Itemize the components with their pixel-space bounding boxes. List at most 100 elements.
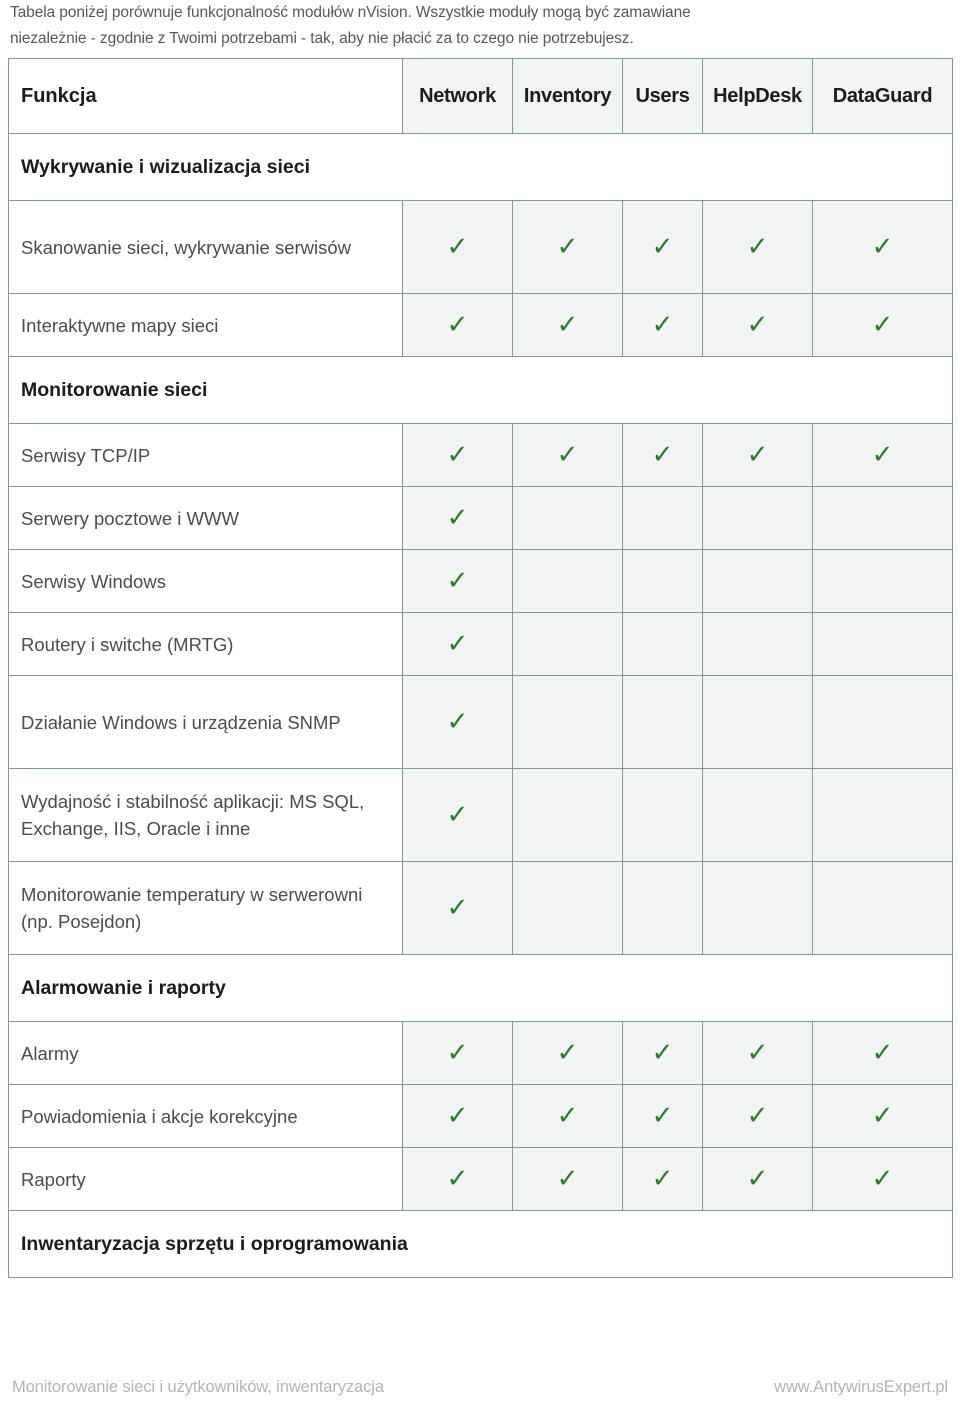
check-icon: ✓ (446, 1101, 469, 1131)
cell-network: ✓ (402, 768, 513, 862)
table-row: Monitorowanie temperatury w serwerowni (… (8, 861, 953, 955)
column-header-network: Network (402, 58, 513, 134)
check-icon: ✓ (746, 1101, 769, 1131)
cell-network: ✓ (402, 675, 513, 769)
cell-users (622, 675, 703, 769)
empty-cell-icon (555, 629, 581, 655)
cell-inventory: ✓ (512, 423, 623, 487)
feature-label: Serwery pocztowe i WWW (8, 486, 403, 550)
feature-label: Routery i switche (MRTG) (8, 612, 403, 676)
table-header: Funkcja Network Inventory Users HelpDesk… (8, 58, 953, 134)
feature-label: Raporty (8, 1147, 403, 1211)
cell-inventory: ✓ (512, 1084, 623, 1148)
cell-inventory: ✓ (512, 293, 623, 357)
empty-cell-icon (650, 629, 676, 655)
table-row: Serwisy Windows ✓ (8, 549, 953, 613)
footer-tagline: Monitorowanie sieci i użytkowników, inwe… (12, 1378, 384, 1396)
check-icon: ✓ (651, 1164, 674, 1194)
check-icon: ✓ (446, 503, 469, 533)
cell-dataguard: ✓ (812, 1021, 953, 1085)
table-row: Serwery pocztowe i WWW ✓ (8, 486, 953, 550)
check-icon: ✓ (556, 1101, 579, 1131)
cell-users: ✓ (622, 200, 703, 294)
cell-network: ✓ (402, 1021, 513, 1085)
check-icon: ✓ (446, 310, 469, 340)
intro-paragraph: Tabela poniżej porównuje funkcjonalność … (10, 0, 950, 52)
empty-cell-icon (745, 893, 771, 919)
cell-dataguard: ✓ (812, 293, 953, 357)
column-header-inventory: Inventory (512, 58, 623, 134)
check-icon: ✓ (446, 1164, 469, 1194)
check-icon: ✓ (446, 893, 469, 923)
check-icon: ✓ (651, 440, 674, 470)
empty-cell-icon (745, 707, 771, 733)
cell-dataguard (812, 861, 953, 955)
feature-label: Alarmy (8, 1021, 403, 1085)
cell-helpdesk: ✓ (702, 423, 813, 487)
page-footer: Monitorowanie sieci i użytkowników, inwe… (0, 1378, 960, 1408)
cell-users: ✓ (622, 1021, 703, 1085)
cell-network: ✓ (402, 486, 513, 550)
check-icon: ✓ (871, 1101, 894, 1131)
empty-cell-icon (555, 800, 581, 826)
column-header-users: Users (622, 58, 703, 134)
feature-label: Wydajność i stabilność aplikacji: MS SQL… (8, 768, 403, 862)
table-section-row: Monitorowanie sieci (8, 356, 953, 424)
table-body: Wykrywanie i wizualizacja sieci Skanowani… (8, 133, 953, 1278)
cell-helpdesk (702, 675, 813, 769)
table-row: Działanie Windows i urządzenia SNMP ✓ (8, 675, 953, 769)
cell-dataguard: ✓ (812, 1147, 953, 1211)
column-header-dataguard: DataGuard (812, 58, 953, 134)
empty-cell-icon (555, 893, 581, 919)
table-row: Alarmy ✓ ✓ ✓ ✓ ✓ (8, 1021, 953, 1085)
feature-label: Skanowanie sieci, wykrywanie serwisów (8, 200, 403, 294)
table-row: Raporty ✓ ✓ ✓ ✓ ✓ (8, 1147, 953, 1211)
empty-cell-icon (745, 629, 771, 655)
table-section-row: Wykrywanie i wizualizacja sieci (8, 133, 953, 201)
cell-users (622, 549, 703, 613)
cell-dataguard (812, 675, 953, 769)
cell-inventory (512, 861, 623, 955)
cell-helpdesk (702, 486, 813, 550)
cell-helpdesk: ✓ (702, 1021, 813, 1085)
cell-users (622, 768, 703, 862)
check-icon: ✓ (746, 310, 769, 340)
cell-inventory: ✓ (512, 1021, 623, 1085)
cell-inventory (512, 612, 623, 676)
empty-cell-icon (870, 629, 896, 655)
feature-label: Interaktywne mapy sieci (8, 293, 403, 357)
check-icon: ✓ (556, 440, 579, 470)
check-icon: ✓ (446, 1038, 469, 1068)
cell-helpdesk: ✓ (702, 1084, 813, 1148)
table-section-row: Alarmowanie i raporty (8, 954, 953, 1022)
empty-cell-icon (870, 566, 896, 592)
feature-label: Powiadomienia i akcje korekcyjne (8, 1084, 403, 1148)
check-icon: ✓ (651, 1038, 674, 1068)
check-icon: ✓ (871, 310, 894, 340)
check-icon: ✓ (556, 1164, 579, 1194)
check-icon: ✓ (446, 800, 469, 830)
intro-line-1: Tabela poniżej porównuje funkcjonalność … (10, 4, 691, 21)
cell-helpdesk (702, 612, 813, 676)
cell-users: ✓ (622, 293, 703, 357)
cell-users: ✓ (622, 1084, 703, 1148)
cell-users (622, 612, 703, 676)
empty-cell-icon (870, 893, 896, 919)
footer-website[interactable]: www.AntywirusExpert.pl (774, 1378, 948, 1397)
table-row: Serwisy TCP/IP ✓ ✓ ✓ ✓ ✓ (8, 423, 953, 487)
empty-cell-icon (650, 893, 676, 919)
cell-inventory (512, 768, 623, 862)
cell-network: ✓ (402, 612, 513, 676)
cell-helpdesk: ✓ (702, 293, 813, 357)
cell-users (622, 861, 703, 955)
cell-network: ✓ (402, 423, 513, 487)
column-header-helpdesk: HelpDesk (702, 58, 813, 134)
check-icon: ✓ (556, 232, 579, 262)
check-icon: ✓ (651, 310, 674, 340)
module-comparison-table: Funkcja Network Inventory Users HelpDesk… (8, 58, 953, 1278)
table-row: Routery i switche (MRTG) ✓ (8, 612, 953, 676)
empty-cell-icon (870, 503, 896, 529)
section-title: Monitorowanie sieci (8, 356, 953, 424)
empty-cell-icon (650, 800, 676, 826)
empty-cell-icon (870, 800, 896, 826)
